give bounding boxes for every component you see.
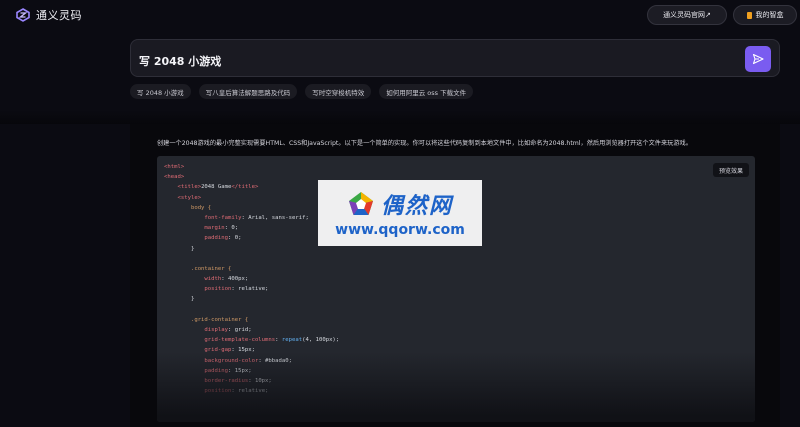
watermark-name: 偶然网 xyxy=(380,194,453,219)
preview-button[interactable]: 预览效果 xyxy=(712,163,749,177)
code-line: margin: 0; xyxy=(204,225,239,232)
watermark-url: www.qqorw.com xyxy=(335,222,465,238)
my-library-button[interactable]: 我的智盒 xyxy=(733,5,797,25)
code-line: display: grid; xyxy=(204,327,252,333)
suggestion-chip[interactable]: 写时空穿梭机特效 xyxy=(305,84,372,99)
code-line: grid-template-columns: repeat(4, 100px); xyxy=(204,337,340,344)
code-line: <head> xyxy=(164,174,185,181)
library-icon xyxy=(746,11,752,19)
answer-panel: 创建一个2048游戏的最小完整实现需要HTML、CSS和JavaScript。以… xyxy=(130,124,780,427)
code-line: width: 400px; xyxy=(204,276,249,283)
code-line: .grid-container { xyxy=(190,316,249,323)
prompt-input[interactable]: 写 2048 小游戏 xyxy=(130,39,780,77)
suggestion-chip[interactable]: 如何用阿里云 oss 下载文件 xyxy=(379,84,474,99)
code-line: } xyxy=(164,296,195,303)
pentagon-logo-icon xyxy=(348,192,373,215)
my-library-label: 我的智盒 xyxy=(755,11,784,19)
code-line: font-family: Arial, sans-serif; xyxy=(204,214,309,221)
code-line: <title>2048 Game</title> xyxy=(177,184,259,191)
code-line: <style> xyxy=(177,194,202,201)
watermark: 偶然网 www.qqorw.com xyxy=(318,180,482,246)
code-fade xyxy=(157,352,755,422)
code-line: <html> xyxy=(164,164,185,170)
send-icon xyxy=(752,53,764,65)
official-site-button[interactable]: 通义灵码官网↗ xyxy=(647,5,727,25)
suggestion-chip[interactable]: 写八皇后算法解题思路及代码 xyxy=(198,84,298,99)
answer-intro: 创建一个2048游戏的最小完整实现需要HTML、CSS和JavaScript。以… xyxy=(157,140,692,147)
suggestion-chip[interactable]: 写 2048 小游戏 xyxy=(130,84,191,99)
logo-icon xyxy=(16,8,30,22)
code-line: padding: 0; xyxy=(204,235,242,242)
code-line: body { xyxy=(190,204,212,211)
code-line: .container { xyxy=(190,265,232,272)
app-name: 通义灵码 xyxy=(36,9,82,22)
send-button[interactable] xyxy=(745,46,771,72)
top-bar: 通义灵码 通义灵码官网↗ 我的智盒 xyxy=(0,0,800,30)
suggestion-chips: 写 2048 小游戏 写八皇后算法解题思路及代码 写时空穿梭机特效 如何用阿里云… xyxy=(130,84,474,99)
code-line: position: relative; xyxy=(204,286,269,293)
app-logo[interactable]: 通义灵码 xyxy=(16,7,82,23)
code-line: } xyxy=(164,245,195,252)
divider xyxy=(0,110,800,124)
prompt-text: 写 2048 小游戏 xyxy=(139,55,222,68)
